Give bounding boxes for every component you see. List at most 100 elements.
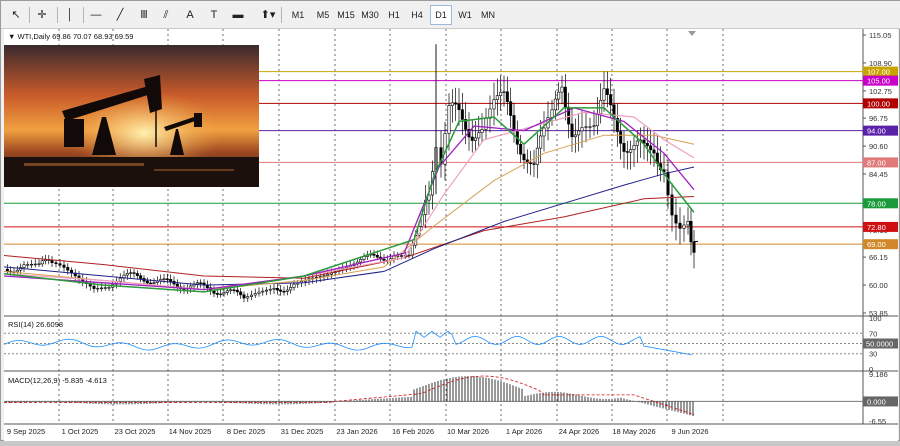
candle-body (322, 275, 326, 277)
timeframe-h4-button[interactable]: H4 (406, 5, 428, 25)
text-icon[interactable]: A (183, 5, 197, 25)
candle-body (37, 263, 41, 265)
candle-body (257, 291, 261, 294)
price-scale-label: 96.75 (869, 114, 888, 123)
crosshair-icon[interactable]: ✛ (35, 5, 49, 25)
candle-body (169, 279, 173, 282)
price-scale-label: 66.15 (869, 253, 888, 262)
drawing-toolbar: ↖ ✛ │ — ╱ Ⅲ ⫽ A T ▬ ⬆▾ M1 M5 M15 M30 H1 H4 D1 W1 MN (1, 1, 900, 29)
candle-body (550, 109, 554, 118)
candle-body (625, 151, 629, 153)
timeframe-m15-button[interactable]: M15 (335, 5, 357, 25)
candle-body (542, 127, 546, 137)
photo-shape (24, 163, 144, 166)
candle-body (666, 171, 670, 196)
timeframe-m30-button[interactable]: M30 (359, 5, 381, 25)
oil-pump-sunset-photo (4, 45, 259, 187)
candle-body (229, 289, 233, 292)
toolbar-separator (29, 7, 30, 23)
channel-icon[interactable]: ⫽ (159, 5, 173, 25)
timeframe-mn-button[interactable]: MN (477, 5, 499, 25)
candle-body (242, 294, 246, 299)
vertical-line-icon[interactable]: │ (63, 5, 77, 25)
candle-body (40, 260, 44, 265)
candle-body (399, 255, 403, 257)
candle-body (674, 214, 678, 224)
cursor-icon[interactable]: ↖ (9, 5, 23, 25)
level-price-label: 94.00 (867, 127, 886, 136)
trendline-icon[interactable]: ╱ (113, 5, 127, 25)
candle-body (5, 268, 9, 272)
price-scale-label: 102.75 (869, 87, 892, 96)
candle-body (289, 287, 293, 291)
candle-body (132, 272, 136, 274)
level-price-label: 69.00 (867, 240, 886, 249)
candle-body (58, 263, 62, 266)
shapes-icon[interactable]: ▬ (231, 5, 245, 25)
candle-body (499, 91, 503, 96)
text-label-icon[interactable]: T (207, 5, 221, 25)
candle-body (605, 88, 609, 95)
candle-body (539, 135, 543, 149)
candle-body (473, 137, 477, 141)
candle-body (470, 136, 474, 141)
candle-body (33, 263, 37, 266)
candle-body (629, 149, 633, 153)
date-label: 1 Apr 2026 (506, 427, 542, 436)
date-label: 9 Sep 2025 (7, 427, 45, 436)
timeframe-h1-button[interactable]: H1 (383, 5, 405, 25)
candle-body (652, 149, 656, 154)
candle-body (502, 91, 506, 93)
timeframe-m5-button[interactable]: M5 (312, 5, 334, 25)
candle-body (165, 278, 169, 280)
candle-body (457, 103, 461, 110)
candle-body (261, 290, 265, 293)
level-price-label: 78.00 (867, 199, 886, 208)
date-label: 16 Feb 2026 (392, 427, 434, 436)
timeframe-w1-button[interactable]: W1 (454, 5, 476, 25)
candle-body (635, 140, 639, 146)
candle-body (215, 293, 219, 295)
candle-body (275, 287, 279, 291)
macd-scale-label: -6.55 (869, 417, 886, 426)
level-price-label: 100.00 (867, 99, 890, 108)
candle-body (246, 296, 250, 299)
candle-body (382, 258, 386, 261)
candle-body (239, 291, 243, 296)
candle-body (225, 290, 229, 293)
candle-body (645, 143, 649, 147)
level-price-label: 72.80 (867, 223, 886, 232)
candle-body (686, 220, 690, 226)
candle-body (232, 289, 236, 291)
candle-body (129, 272, 133, 274)
candle-body (96, 287, 100, 290)
horizontal-line-icon[interactable]: — (89, 5, 103, 25)
price-scale-label: 90.60 (869, 142, 888, 151)
candle-body (92, 285, 96, 289)
candle-body (522, 153, 526, 161)
candle-body (212, 290, 216, 294)
candle-body (375, 254, 379, 258)
level-price-label: 87.00 (867, 158, 886, 167)
candle-body (219, 293, 223, 296)
chart-canvas[interactable]: 9 Sep 2025 1 Oct 2025 23 Oct 2025 14 Nov 20… (3, 29, 898, 441)
macd-scale-label: 0.000 (867, 397, 886, 406)
arrows-menu-icon[interactable]: ⬆▾ (257, 5, 279, 25)
fibonacci-icon[interactable]: Ⅲ (137, 5, 151, 25)
candle-body (135, 273, 139, 276)
candle-body (202, 282, 206, 285)
chart-area[interactable]: 9 Sep 2025 1 Oct 2025 23 Oct 2025 14 Nov 20… (3, 29, 898, 441)
symbol-header: ▼ WTI,Daily 69.86 70.07 68.93 69.59 (8, 32, 133, 41)
price-scale-label: 84.45 (869, 170, 888, 179)
candle-body (107, 287, 111, 289)
candle-body (532, 163, 536, 165)
date-label: 8 Dec 2025 (227, 427, 265, 436)
candle-body (152, 282, 156, 284)
timeframe-d1-button[interactable]: D1 (430, 5, 452, 25)
level-price-label: 105.00 (867, 77, 890, 86)
timeframe-m1-button[interactable]: M1 (287, 5, 309, 25)
macd-scale-label: 9.186 (869, 370, 888, 379)
candle-body (619, 131, 623, 144)
candle-body (292, 283, 296, 288)
photo-shape (64, 119, 84, 147)
